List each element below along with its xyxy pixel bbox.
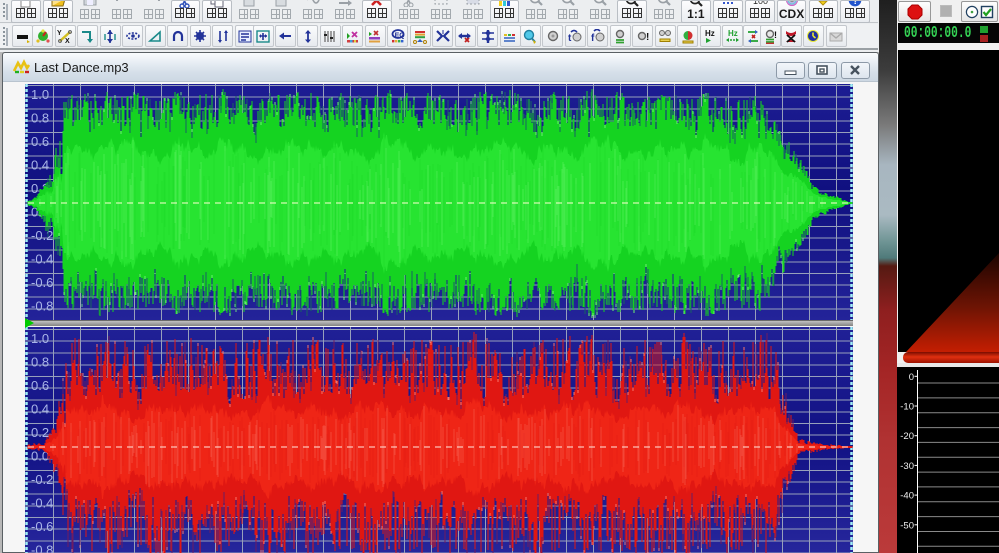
svg-text:f: f: [591, 33, 595, 44]
svg-text:0.2: 0.2: [31, 425, 49, 440]
svg-text:-30: -30: [900, 461, 914, 472]
svg-text:-0.6: -0.6: [31, 519, 53, 534]
svg-text:?: ?: [853, 0, 859, 7]
svg-text:-0.2: -0.2: [31, 472, 53, 487]
svg-text:-0.8: -0.8: [31, 299, 53, 314]
svg-text:0.8: 0.8: [31, 355, 49, 370]
svg-text:!: !: [774, 30, 777, 40]
svg-text:-40: -40: [900, 491, 914, 502]
svg-text:-0.4: -0.4: [31, 252, 53, 267]
svg-text:-0.8: -0.8: [31, 543, 53, 553]
svg-text:-0.4: -0.4: [31, 496, 53, 511]
svg-text:!: !: [646, 32, 649, 43]
svg-text:-10: -10: [900, 402, 914, 413]
svg-text:1.0: 1.0: [31, 331, 49, 346]
svg-text:0.4: 0.4: [31, 158, 49, 173]
svg-text:X: X: [65, 38, 70, 44]
svg-text:100: 100: [753, 0, 768, 6]
svg-text:0: 0: [909, 372, 914, 383]
svg-text:-0.2: -0.2: [31, 228, 53, 243]
svg-text:0.4: 0.4: [31, 402, 49, 417]
svg-text:-0.6: -0.6: [31, 275, 53, 290]
svg-text:Hz: Hz: [728, 29, 738, 38]
svg-text:Hz: Hz: [705, 29, 715, 38]
svg-text:Y: Y: [57, 30, 62, 37]
svg-text:-20: -20: [900, 431, 914, 442]
svg-text:t: t: [568, 33, 572, 44]
svg-text:0.6: 0.6: [31, 134, 49, 149]
svg-text:0.8: 0.8: [31, 111, 49, 126]
svg-text:-50: -50: [900, 520, 914, 531]
svg-text:EQ: EQ: [394, 32, 405, 39]
svg-text:1.0: 1.0: [31, 87, 49, 102]
svg-text:0.6: 0.6: [31, 378, 49, 393]
